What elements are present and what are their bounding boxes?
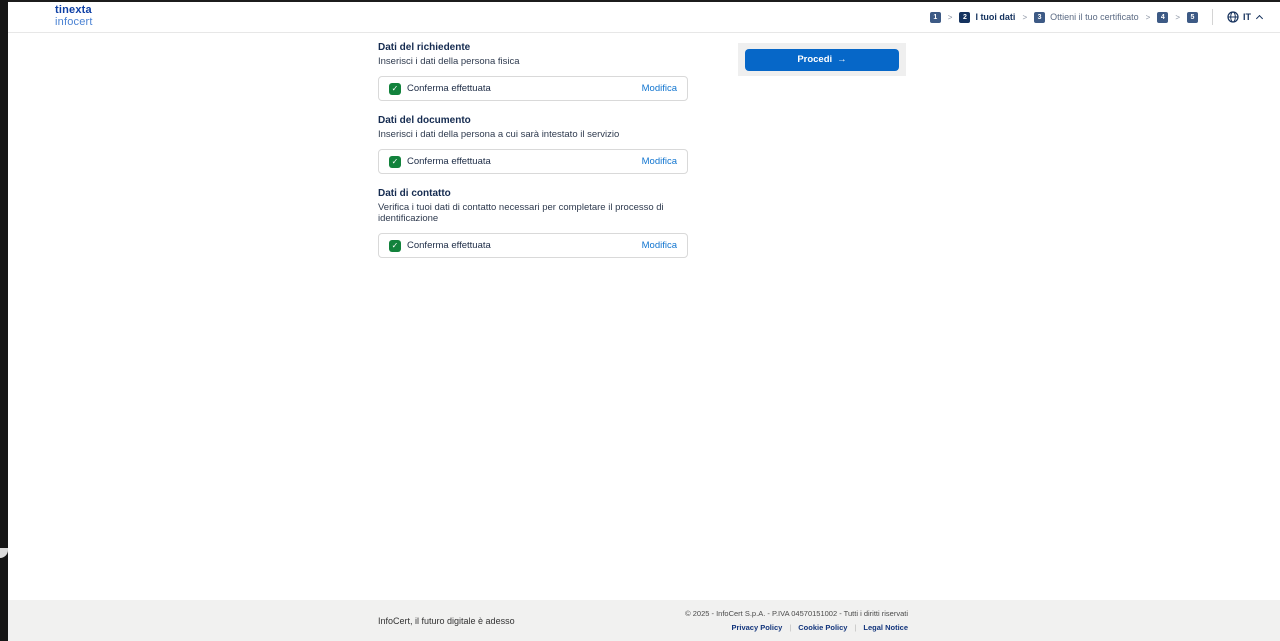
- step-2-label: I tuoi dati: [975, 12, 1015, 22]
- language-selector[interactable]: IT: [1227, 11, 1262, 23]
- page: tinexta infocert 1 > 2 I tuoi dati > 3 O…: [0, 0, 1280, 641]
- modify-link[interactable]: Modifica: [642, 240, 677, 251]
- section-subtitle: Inserisci i dati della persona fisica: [378, 56, 688, 67]
- status-text: Conferma effettuata: [407, 83, 642, 94]
- cookie-policy-link[interactable]: Cookie Policy: [798, 623, 847, 632]
- confirmation-card: ✓ Conferma effettuata Modifica: [378, 76, 688, 101]
- left-edge-notch: [0, 548, 8, 558]
- footer-links: Privacy Policy | Cookie Policy | Legal N…: [685, 623, 908, 632]
- language-code: IT: [1243, 12, 1251, 22]
- header-divider: [1212, 9, 1213, 25]
- globe-icon: [1227, 11, 1239, 23]
- logo-line-infocert: infocert: [55, 17, 93, 29]
- arrow-right-icon: →: [837, 54, 847, 65]
- step-4-number: 4: [1157, 12, 1168, 23]
- chevron-right-icon: >: [1146, 13, 1151, 22]
- modify-link[interactable]: Modifica: [642, 156, 677, 167]
- chevron-right-icon: >: [1175, 13, 1180, 22]
- section-dati-richiedente: Dati del richiedente Inserisci i dati de…: [378, 42, 688, 101]
- legal-notice-link[interactable]: Legal Notice: [863, 623, 908, 632]
- check-icon: ✓: [389, 156, 401, 168]
- proceed-button[interactable]: Procedi →: [745, 49, 899, 71]
- confirmation-card: ✓ Conferma effettuata Modifica: [378, 233, 688, 258]
- proceed-label: Procedi: [797, 54, 832, 65]
- chevron-up-icon: [1256, 15, 1263, 22]
- step-1[interactable]: 1: [930, 12, 941, 23]
- check-icon: ✓: [389, 83, 401, 95]
- step-2-i-tuoi-dati[interactable]: 2 I tuoi dati: [959, 12, 1015, 23]
- footer-link-separator: |: [789, 623, 791, 632]
- section-title: Dati di contatto: [378, 188, 688, 199]
- data-summary-list: Dati del richiedente Inserisci i dati de…: [378, 42, 688, 272]
- step-3-ottieni-certificato[interactable]: 3 Ottieni il tuo certificato: [1034, 12, 1139, 23]
- step-2-number: 2: [959, 12, 970, 23]
- status-text: Conferma effettuata: [407, 156, 642, 167]
- step-3-number: 3: [1034, 12, 1045, 23]
- step-5[interactable]: 5: [1187, 12, 1198, 23]
- section-dati-contatto: Dati di contatto Verifica i tuoi dati di…: [378, 188, 688, 258]
- proceed-panel: Procedi →: [738, 43, 906, 76]
- section-subtitle: Inserisci i dati della persona a cui sar…: [378, 129, 688, 140]
- header-right: 1 > 2 I tuoi dati > 3 Ottieni il tuo cer…: [930, 9, 1262, 25]
- confirmation-card: ✓ Conferma effettuata Modifica: [378, 149, 688, 174]
- chevron-right-icon: >: [1022, 13, 1027, 22]
- footer-right: © 2025 - InfoCert S.p.A. - P.IVA 0457015…: [685, 609, 908, 632]
- modify-link[interactable]: Modifica: [642, 83, 677, 94]
- section-dati-documento: Dati del documento Inserisci i dati dell…: [378, 115, 688, 174]
- window-left-edge: [0, 0, 8, 641]
- footer-link-separator: |: [854, 623, 856, 632]
- step-3-label: Ottieni il tuo certificato: [1050, 12, 1139, 22]
- header: tinexta infocert 1 > 2 I tuoi dati > 3 O…: [8, 2, 1280, 33]
- step-1-number: 1: [930, 12, 941, 23]
- section-title: Dati del richiedente: [378, 42, 688, 53]
- privacy-policy-link[interactable]: Privacy Policy: [731, 623, 782, 632]
- section-subtitle: Verifica i tuoi dati di contatto necessa…: [378, 202, 688, 224]
- step-5-number: 5: [1187, 12, 1198, 23]
- status-text: Conferma effettuata: [407, 240, 642, 251]
- chevron-right-icon: >: [948, 13, 953, 22]
- footer-copyright: © 2025 - InfoCert S.p.A. - P.IVA 0457015…: [685, 609, 908, 618]
- section-title: Dati del documento: [378, 115, 688, 126]
- footer: InfoCert, il futuro digitale è adesso © …: [8, 600, 1280, 641]
- footer-tagline: InfoCert, il futuro digitale è adesso: [378, 616, 515, 626]
- check-icon: ✓: [389, 240, 401, 252]
- wizard-stepper: 1 > 2 I tuoi dati > 3 Ottieni il tuo cer…: [930, 12, 1198, 23]
- tinexta-infocert-logo[interactable]: tinexta infocert: [55, 5, 93, 28]
- step-4[interactable]: 4: [1157, 12, 1168, 23]
